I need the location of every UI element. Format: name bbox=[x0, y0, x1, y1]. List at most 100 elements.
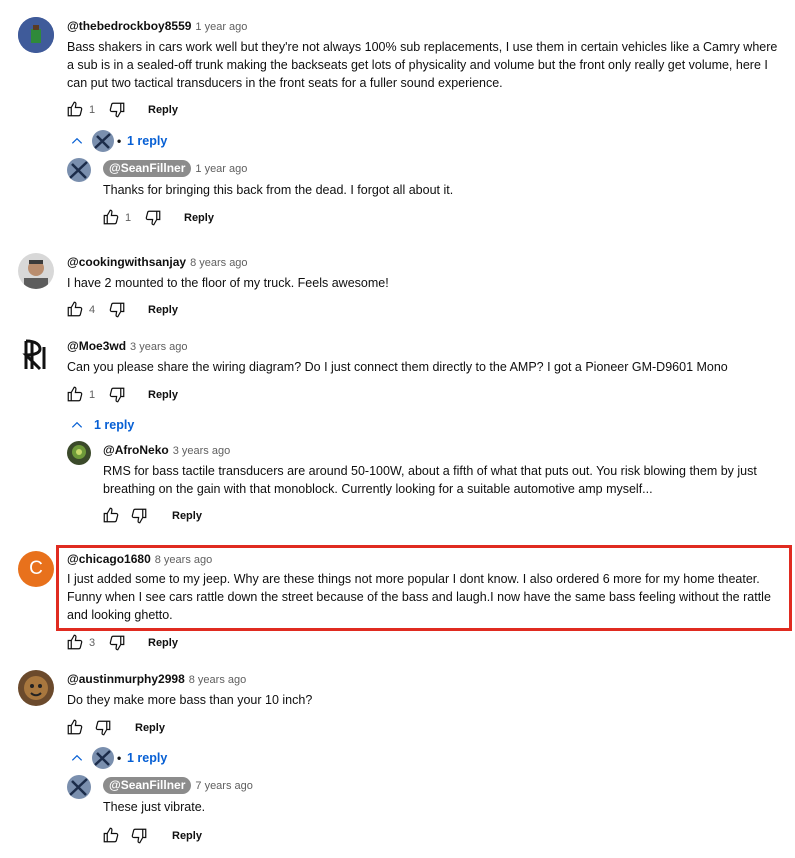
reply-line: RMS for bass tactile transducers are aro… bbox=[103, 464, 757, 478]
reply-button[interactable]: Reply bbox=[184, 210, 214, 226]
thumbs-down-icon[interactable] bbox=[94, 719, 112, 737]
avatar-image bbox=[18, 17, 54, 53]
creator-mini-avatar bbox=[92, 130, 114, 152]
reply-text: RMS for bass tactile transducers are aro… bbox=[103, 462, 757, 498]
reply-button[interactable]: Reply bbox=[148, 102, 178, 118]
comment-text: Do they make more bass than your 10 inch… bbox=[67, 691, 312, 709]
reply-button[interactable]: Reply bbox=[135, 720, 165, 736]
bullet-separator: • bbox=[117, 751, 122, 765]
like-count: 1 bbox=[125, 212, 132, 224]
avatar[interactable] bbox=[18, 670, 54, 706]
avatar-letter: C bbox=[29, 558, 43, 579]
avatar-image bbox=[18, 670, 54, 706]
avatar[interactable] bbox=[18, 17, 54, 53]
author-name[interactable]: @chicago1680 bbox=[67, 552, 151, 566]
chevron-up-icon bbox=[71, 754, 83, 761]
comment-line: Can you please share the wiring diagram?… bbox=[67, 360, 728, 374]
timestamp[interactable]: 7 years ago bbox=[195, 780, 252, 792]
creator-author-badge[interactable]: @SeanFillner bbox=[103, 777, 192, 794]
avatar-image bbox=[92, 747, 114, 769]
reply-button[interactable]: Reply bbox=[172, 508, 202, 524]
creator-mini-avatar bbox=[92, 747, 114, 769]
like-count: 4 bbox=[89, 304, 96, 316]
reply-button[interactable]: Reply bbox=[172, 828, 202, 844]
author-name[interactable]: @cookingwithsanjay bbox=[67, 255, 186, 269]
thumbs-up-icon[interactable] bbox=[102, 826, 120, 844]
reply-button[interactable]: Reply bbox=[148, 302, 178, 318]
bullet-separator: • bbox=[117, 134, 122, 148]
comment-text: Bass shakers in cars work well but they'… bbox=[67, 38, 777, 92]
avatar[interactable] bbox=[18, 253, 54, 289]
timestamp[interactable]: 1 year ago bbox=[195, 21, 247, 33]
reply-actions: Reply bbox=[102, 826, 302, 846]
thumbs-up-icon[interactable] bbox=[102, 208, 120, 226]
timestamp[interactable]: 8 years ago bbox=[155, 554, 212, 566]
avatar-image bbox=[92, 130, 114, 152]
chevron-up-icon bbox=[71, 137, 83, 144]
comment-text: I have 2 mounted to the floor of my truc… bbox=[67, 274, 389, 292]
reply-text: These just vibrate. bbox=[103, 798, 205, 816]
avatar[interactable] bbox=[18, 337, 54, 373]
author-name[interactable]: @thebedrockboy8559 bbox=[67, 19, 191, 33]
logo-avatar-icon bbox=[18, 337, 54, 373]
replies-toggle[interactable]: • 1 reply bbox=[70, 747, 180, 769]
like-count: 1 bbox=[89, 104, 96, 116]
thumbs-up-icon[interactable] bbox=[66, 300, 84, 318]
avatar-image bbox=[67, 158, 91, 182]
comment-header: @chicago1680 8 years ago bbox=[67, 551, 212, 568]
avatar[interactable]: C bbox=[18, 551, 54, 587]
comment-actions: 4 Reply bbox=[66, 300, 266, 320]
comment-header: @thebedrockboy8559 1 year ago bbox=[67, 18, 247, 35]
comment-line: I have 2 mounted to the floor of my truc… bbox=[67, 276, 389, 290]
thumbs-down-icon[interactable] bbox=[130, 827, 148, 845]
replies-count: 1 reply bbox=[94, 418, 135, 432]
thumbs-up-icon[interactable] bbox=[66, 718, 84, 736]
reply-avatar[interactable] bbox=[67, 441, 91, 465]
thumbs-up-icon[interactable] bbox=[102, 506, 120, 524]
reply-avatar[interactable] bbox=[67, 775, 91, 799]
comment-text: Can you please share the wiring diagram?… bbox=[67, 358, 728, 376]
reply-actions: Reply bbox=[102, 506, 302, 526]
like-count: 1 bbox=[89, 389, 96, 401]
comment-line: can put two tactical transducers in the … bbox=[67, 76, 503, 90]
comment-actions: 3 Reply bbox=[66, 633, 266, 653]
replies-toggle[interactable]: • 1 reply bbox=[70, 130, 180, 152]
thumbs-down-icon[interactable] bbox=[108, 634, 126, 652]
chevron-up-icon bbox=[71, 421, 83, 428]
avatar-image bbox=[67, 441, 91, 465]
reply-line: Thanks for bringing this back from the d… bbox=[103, 183, 454, 197]
comment-line: Bass shakers in cars work well but they'… bbox=[67, 40, 778, 54]
thumbs-up-icon[interactable] bbox=[66, 633, 84, 651]
reply-button[interactable]: Reply bbox=[148, 635, 178, 651]
thumbs-down-icon[interactable] bbox=[130, 507, 148, 525]
replies-toggle[interactable]: 1 reply bbox=[70, 414, 150, 436]
timestamp[interactable]: 3 years ago bbox=[130, 341, 187, 353]
reply-line: These just vibrate. bbox=[103, 800, 206, 814]
author-name[interactable]: @austinmurphy2998 bbox=[67, 672, 185, 686]
thumbs-down-icon[interactable] bbox=[108, 386, 126, 404]
timestamp[interactable]: 1 year ago bbox=[195, 163, 247, 175]
thumbs-up-icon[interactable] bbox=[66, 385, 84, 403]
timestamp[interactable]: 8 years ago bbox=[189, 674, 246, 686]
replies-count: 1 reply bbox=[127, 751, 168, 765]
thumbs-down-icon[interactable] bbox=[144, 209, 162, 227]
creator-author-badge[interactable]: @SeanFillner bbox=[103, 160, 192, 177]
reply-avatar[interactable] bbox=[67, 158, 91, 182]
author-name[interactable]: @Moe3wd bbox=[67, 339, 126, 353]
reply-header: @SeanFillner 7 years ago bbox=[103, 777, 253, 794]
reply-button[interactable]: Reply bbox=[148, 387, 178, 403]
avatar-image bbox=[67, 775, 91, 799]
comment-header: @austinmurphy2998 8 years ago bbox=[67, 671, 246, 688]
thumbs-down-icon[interactable] bbox=[108, 301, 126, 319]
comment-actions: 1 Reply bbox=[66, 100, 266, 120]
thumbs-up-icon[interactable] bbox=[66, 100, 84, 118]
author-name[interactable]: @AfroNeko bbox=[103, 443, 169, 457]
replies-count: 1 reply bbox=[127, 134, 168, 148]
comment-line: Funny when I see cars rattle down the st… bbox=[67, 590, 771, 604]
thumbs-down-icon[interactable] bbox=[108, 101, 126, 119]
reply-actions: 1 Reply bbox=[102, 208, 302, 228]
comment-line: I just added some to my jeep. Why are th… bbox=[67, 572, 760, 586]
timestamp[interactable]: 8 years ago bbox=[190, 257, 247, 269]
timestamp[interactable]: 3 years ago bbox=[173, 445, 230, 457]
comment-actions: 1 Reply bbox=[66, 385, 266, 405]
